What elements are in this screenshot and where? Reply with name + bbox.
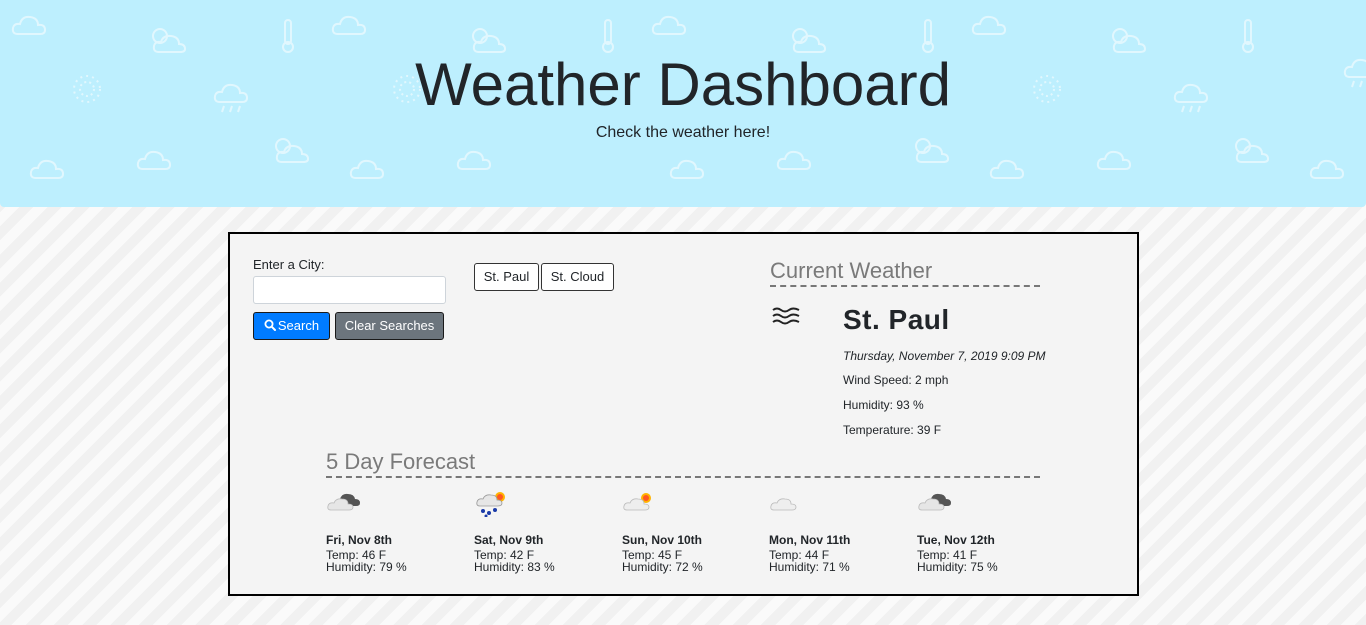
cloud-pattern-icon [651,15,687,35]
city-input-label: Enter a City: [253,257,325,272]
forecast-date: Mon, Nov 11th [769,533,851,547]
forecast-humidity: Humidity: 72 % [622,560,703,574]
forecast-humidity: Humidity: 79 % [326,560,407,574]
cloud-moon-pattern-icon [989,159,1025,179]
header-banner: Weather Dashboard Check the weather here… [0,0,1366,207]
current-temperature: Temperature: 39 F [843,423,942,437]
current-wind-speed: Wind Speed: 2 mph [843,373,949,387]
forecast-date: Sun, Nov 10th [622,533,703,547]
search-icon [264,319,276,331]
forecast-humidity: Humidity: 75 % [917,560,998,574]
cloud-pattern-icon [456,150,492,170]
page-title: Weather Dashboard [415,51,951,118]
thermometer-pattern-icon [1242,19,1254,53]
city-search-input[interactable] [253,276,446,304]
wind-icon [772,307,800,325]
current-city-name: St. Paul [843,304,950,335]
cloud-pattern-icon [136,150,172,170]
forecast-date: Fri, Nov 8th [326,533,393,547]
cloud-pattern-icon [11,15,47,35]
weather-card: Enter a City: Search Clear Searches St. … [228,232,1139,596]
forecast-humidity: Humidity: 83 % [474,560,555,574]
cloud-moon-pattern-icon [29,159,65,179]
current-humidity: Humidity: 93 % [843,398,924,412]
cloud-moon-pattern-icon [349,159,385,179]
history-button-st-paul[interactable]: St. Paul [474,263,539,291]
clear-searches-button[interactable]: Clear Searches [335,312,444,340]
cloud-moon-pattern-icon [1309,159,1345,179]
cloud-pattern-icon [776,150,812,170]
history-button-st-cloud[interactable]: St. Cloud [541,263,614,291]
search-button[interactable]: Search [253,312,330,340]
cloud-pattern-icon [331,15,367,35]
forecast-date: Sat, Nov 9th [474,533,544,547]
thermometer-pattern-icon [602,19,614,53]
current-date: Thursday, November 7, 2019 9:09 PM [843,349,1046,363]
cloud-pattern-icon [971,15,1007,35]
cloudy-icon [327,493,360,511]
forecast-date: Tue, Nov 12th [917,533,995,547]
cloudy-icon [918,493,951,511]
forecast-humidity: Humidity: 71 % [769,560,850,574]
thermometer-pattern-icon [922,19,934,53]
page-subtitle: Check the weather here! [595,124,771,141]
rain-sun-icon [476,492,505,517]
cloud-icon [770,498,797,511]
cloud-moon-pattern-icon [669,159,705,179]
forecast-heading: 5 Day Forecast [326,449,1040,478]
current-weather-heading: Current Weather [770,258,1040,287]
cloud-pattern-icon [1096,150,1132,170]
partly-sunny-icon [623,493,651,511]
thermometer-pattern-icon [282,19,294,53]
search-button-label: Search [277,318,320,333]
